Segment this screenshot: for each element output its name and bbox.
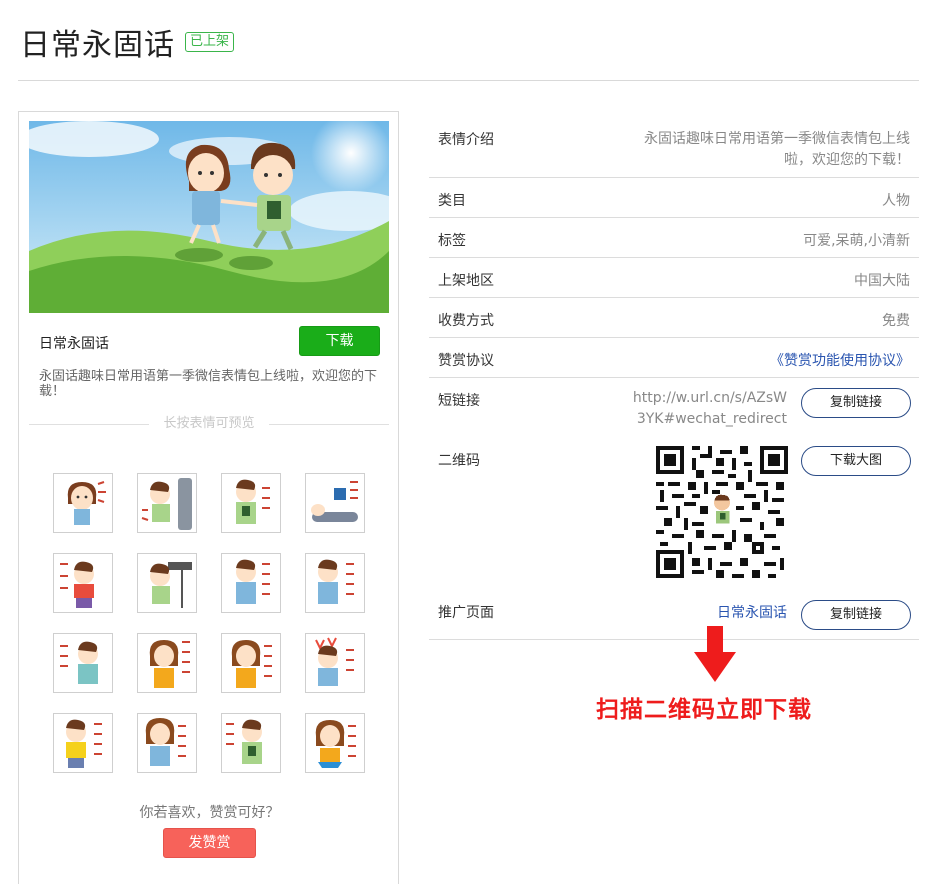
sticker-thumb[interactable] bbox=[53, 633, 113, 693]
sticker-thumb[interactable] bbox=[305, 633, 365, 693]
banner-image bbox=[29, 121, 389, 313]
sticker-pack-card: 日常永固话 下载 永固话趣味日常用语第一季微信表情包上线啦，欢迎您的下载！ 长按… bbox=[18, 111, 399, 884]
pack-description: 永固话趣味日常用语第一季微信表情包上线啦，欢迎您的下载！ bbox=[39, 369, 378, 399]
preview-hint: 长按表情可预览 bbox=[155, 416, 263, 431]
agreement-link[interactable]: 《赞赏功能使用协议》 bbox=[770, 350, 910, 370]
info-row-region: 上架地区 中国大陆 bbox=[429, 258, 919, 298]
copy-promo-link-button[interactable]: 复制链接 bbox=[801, 600, 911, 630]
pricing-value: 免费 bbox=[882, 313, 910, 329]
sticker-thumb[interactable] bbox=[137, 633, 197, 693]
download-button[interactable]: 下载 bbox=[299, 326, 380, 356]
sticker-thumb[interactable] bbox=[53, 473, 113, 533]
qr-code-image bbox=[656, 446, 788, 578]
copy-shortlink-button[interactable]: 复制链接 bbox=[801, 388, 911, 418]
sticker-thumb[interactable] bbox=[53, 713, 113, 773]
page-title: 日常永固话 bbox=[20, 28, 175, 63]
category-label: 类目 bbox=[438, 193, 466, 209]
arrow-down-icon bbox=[694, 626, 736, 682]
sticker-thumb[interactable] bbox=[221, 713, 281, 773]
sticker-thumb[interactable] bbox=[137, 553, 197, 613]
intro-value-line1: 永固话趣味日常用语第一季微信表情包上线 bbox=[644, 131, 910, 147]
header-divider bbox=[18, 80, 919, 81]
intro-label: 表情介绍 bbox=[438, 132, 494, 148]
info-row-agreement: 赞赏协议 《赞赏功能使用协议》 bbox=[429, 338, 919, 378]
sticker-thumb[interactable] bbox=[305, 473, 365, 533]
category-value: 人物 bbox=[882, 193, 910, 209]
appreciate-text: 你若喜欢，赞赏可好？ bbox=[139, 805, 280, 821]
scan-tip-annotation: 扫描二维码立即下载 bbox=[596, 697, 812, 723]
agreement-label: 赞赏协议 bbox=[438, 353, 494, 369]
tags-value: 可爱,呆萌,小清新 bbox=[803, 233, 910, 249]
region-value: 中国大陆 bbox=[854, 273, 910, 289]
info-row-category: 类目 人物 bbox=[429, 178, 919, 218]
intro-value: 永固话趣味日常用语第一季微信表情包上线 啦，欢迎您的下载！ bbox=[644, 129, 910, 171]
shortlink-line1: http://w.url.cn/s/AZsW bbox=[632, 390, 787, 406]
download-qrcode-button[interactable]: 下载大图 bbox=[801, 446, 911, 476]
reward-button[interactable]: 发赞赏 bbox=[163, 828, 256, 858]
shortlink-value: http://w.url.cn/s/AZsW 3YK#wechat_redire… bbox=[633, 388, 787, 430]
shortlink-label: 短链接 bbox=[438, 393, 480, 409]
info-row-intro: 表情介绍 永固话趣味日常用语第一季微信表情包上线 啦，欢迎您的下载！ bbox=[429, 117, 919, 178]
sticker-thumb[interactable] bbox=[221, 633, 281, 693]
region-label: 上架地区 bbox=[438, 273, 494, 289]
info-row-pricing: 收费方式 免费 bbox=[429, 298, 919, 338]
pricing-label: 收费方式 bbox=[438, 313, 494, 329]
sticker-thumb[interactable] bbox=[137, 713, 197, 773]
promo-label: 推广页面 bbox=[438, 605, 494, 621]
shortlink-line2: 3YK#wechat_redirect bbox=[636, 411, 787, 427]
sticker-thumb[interactable] bbox=[137, 473, 197, 533]
promo-link[interactable]: 日常永固话 bbox=[717, 602, 787, 622]
tags-label: 标签 bbox=[438, 233, 466, 249]
info-row-tags: 标签 可爱,呆萌,小清新 bbox=[429, 218, 919, 258]
intro-value-line2: 啦，欢迎您的下载！ bbox=[784, 152, 910, 168]
qrcode-label: 二维码 bbox=[438, 453, 480, 469]
sticker-thumb[interactable] bbox=[221, 473, 281, 533]
sticker-thumb[interactable] bbox=[305, 713, 365, 773]
preview-divider: 长按表情可预览 bbox=[29, 416, 389, 431]
sticker-thumb[interactable] bbox=[221, 553, 281, 613]
sticker-thumb[interactable] bbox=[305, 553, 365, 613]
pack-name: 日常永固话 bbox=[39, 336, 109, 352]
status-badge: 已上架 bbox=[185, 32, 235, 52]
sticker-thumb[interactable] bbox=[53, 553, 113, 613]
page-header: 日常永固话 已上架 bbox=[20, 22, 235, 63]
